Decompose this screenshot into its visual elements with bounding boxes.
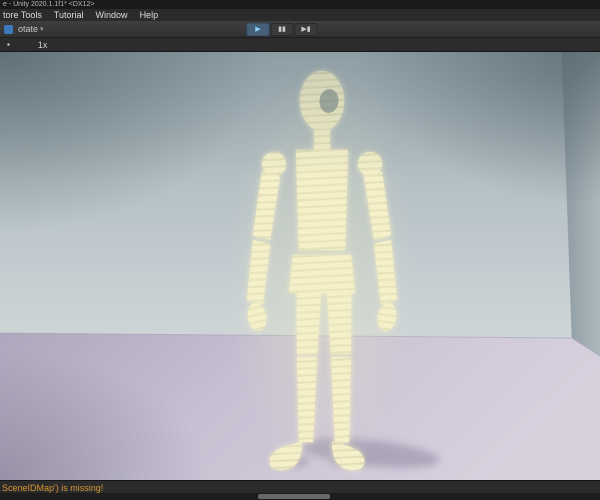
display-icon[interactable]: ▪ <box>7 40 10 49</box>
menu-item-store-tools[interactable]: tore Tools <box>3 10 42 20</box>
step-icon: ▶▮ <box>301 26 311 33</box>
chevron-down-icon[interactable]: ▾ <box>40 25 44 33</box>
rotate-tool-button[interactable]: otate <box>18 24 38 34</box>
window-title: e - Unity 2020.1.1f1* <DX12> <box>3 1 95 8</box>
title-bar: e - Unity 2020.1.1f1* <DX12> <box>0 0 600 9</box>
pause-button[interactable]: ▮▮ <box>270 23 294 36</box>
scale-indicator[interactable]: 1x <box>38 40 48 50</box>
status-message[interactable]: SceneIDMap') is missing! <box>2 483 103 493</box>
scene-render <box>0 52 600 480</box>
active-tool-icon[interactable] <box>4 24 13 34</box>
game-view-toolbar: ▪ 1x <box>0 38 600 52</box>
game-view[interactable] <box>0 52 600 480</box>
step-button[interactable]: ▶▮ <box>294 23 318 36</box>
pause-icon: ▮▮ <box>278 26 286 33</box>
status-bar: SceneIDMap') is missing! <box>0 480 600 500</box>
scrollbar-thumb[interactable] <box>258 494 330 499</box>
play-button[interactable]: ▶ <box>246 23 270 36</box>
play-icon: ▶ <box>255 26 261 33</box>
play-controls: ▶ ▮▮ ▶▮ <box>246 23 318 36</box>
menu-item-tutorial[interactable]: Tutorial <box>54 10 84 20</box>
menu-item-window[interactable]: Window <box>96 10 128 20</box>
menu-item-help[interactable]: Help <box>140 10 159 20</box>
menu-bar: tore Tools Tutorial Window Help <box>0 9 600 21</box>
main-toolbar: otate ▾ ▶ ▮▮ ▶▮ <box>0 21 600 38</box>
horizontal-scrollbar[interactable] <box>0 493 600 500</box>
unity-editor-window: e - Unity 2020.1.1f1* <DX12> tore Tools … <box>0 0 600 500</box>
